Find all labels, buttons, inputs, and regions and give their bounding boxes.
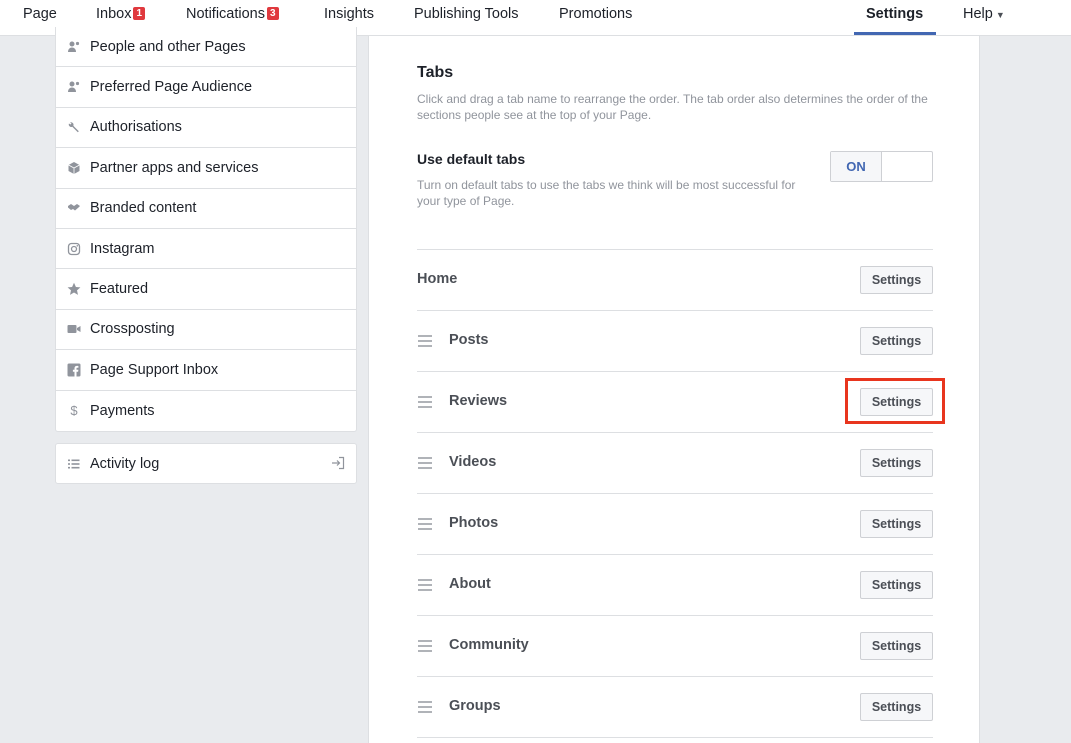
activity-log-panel: Activity log	[55, 443, 357, 484]
tab-row-about[interactable]: About Settings	[417, 555, 933, 616]
default-tabs-toggle[interactable]: ON	[830, 151, 933, 182]
notifications-count-badge: 3	[266, 6, 279, 20]
tab-label: Reviews	[449, 393, 508, 409]
sidebar-item-people-and-other-pages[interactable]: People and other Pages	[56, 27, 356, 68]
tab-label: Videos	[449, 454, 497, 470]
tabs-description: Click and drag a tab name to rearrange t…	[417, 92, 928, 122]
sidebar-item-label: Featured	[90, 281, 149, 298]
instagram-icon	[67, 242, 81, 256]
drag-handle-icon[interactable]	[418, 640, 432, 652]
active-tab-underline	[854, 32, 936, 35]
caret-down-icon: ▼	[995, 10, 1005, 20]
reviews-settings-button[interactable]: Settings	[860, 388, 933, 416]
people-icon	[67, 80, 81, 94]
nav-page[interactable]: Page	[23, 0, 57, 36]
posts-settings-button[interactable]: Settings	[860, 327, 933, 355]
sidebar-item-authorisations[interactable]: Authorisations	[56, 108, 356, 149]
page-title: Tabs	[417, 64, 454, 81]
sidebar-item-crossposting[interactable]: Crossposting	[56, 310, 356, 351]
settings-sidebar: People and other Pages Preferred Page Au…	[55, 27, 357, 432]
nav-settings[interactable]: Settings	[866, 0, 923, 36]
nav-help[interactable]: Help ▼	[963, 0, 1005, 36]
sidebar-item-label: Payments	[90, 402, 155, 419]
nav-insights-label: Insights	[324, 6, 374, 22]
sidebar-item-label: Branded content	[90, 200, 197, 217]
star-icon	[67, 282, 81, 296]
home-settings-button[interactable]: Settings	[860, 266, 933, 294]
sidebar-item-activity-log[interactable]: Activity log	[56, 444, 356, 483]
tab-row-groups[interactable]: Groups Settings	[417, 677, 933, 738]
drag-handle-icon[interactable]	[418, 701, 432, 713]
tab-row-posts[interactable]: Posts Settings	[417, 311, 933, 372]
sidebar-item-label: Instagram	[90, 240, 155, 257]
drag-handle-icon[interactable]	[418, 457, 432, 469]
open-log-icon[interactable]	[331, 456, 345, 470]
about-settings-button[interactable]: Settings	[860, 571, 933, 599]
tabs-settings-panel: Tabs Click and drag a tab name to rearra…	[368, 36, 980, 743]
sidebar-item-label: People and other Pages	[90, 38, 246, 55]
nav-promotions[interactable]: Promotions	[559, 0, 632, 36]
community-settings-button[interactable]: Settings	[860, 632, 933, 660]
videos-settings-button[interactable]: Settings	[860, 449, 933, 477]
tab-label: About	[449, 576, 491, 592]
drag-handle-icon[interactable]	[418, 335, 432, 347]
groups-settings-button[interactable]: Settings	[860, 693, 933, 721]
tab-label: Home	[417, 271, 458, 287]
tab-row-home: Home Settings	[417, 250, 933, 311]
sidebar-item-label: Activity log	[90, 455, 160, 472]
nav-publishing-tools[interactable]: Publishing Tools	[414, 0, 519, 36]
nav-help-label: Help	[963, 6, 993, 22]
default-tabs-description: Turn on default tabs to use the tabs we …	[417, 178, 796, 208]
sidebar-item-page-support-inbox[interactable]: Page Support Inbox	[56, 350, 356, 391]
tab-label: Photos	[449, 515, 499, 531]
sidebar-item-partner-apps[interactable]: Partner apps and services	[56, 148, 356, 189]
tab-row-reviews[interactable]: Reviews Settings	[417, 372, 933, 433]
sidebar-item-label: Page Support Inbox	[90, 361, 219, 378]
facebook-icon	[67, 363, 81, 377]
toggle-on-label: ON	[831, 152, 882, 181]
tab-row-videos[interactable]: Videos Settings	[417, 433, 933, 494]
drag-handle-icon[interactable]	[418, 579, 432, 591]
tab-label: Community	[449, 637, 529, 653]
nav-page-label: Page	[23, 6, 57, 22]
drag-handle-icon[interactable]	[418, 518, 432, 530]
list-icon	[67, 457, 81, 471]
tab-label: Groups	[449, 698, 501, 714]
tab-row-photos[interactable]: Photos Settings	[417, 494, 933, 555]
tab-row-community[interactable]: Community Settings	[417, 616, 933, 677]
nav-notifications-label: Notifications	[186, 6, 265, 22]
nav-publishing-tools-label: Publishing Tools	[414, 6, 519, 22]
people-icon	[67, 40, 81, 54]
sidebar-item-label: Authorisations	[90, 119, 182, 136]
sidebar-item-featured[interactable]: Featured	[56, 269, 356, 310]
nav-promotions-label: Promotions	[559, 6, 633, 22]
cube-icon	[67, 161, 81, 175]
drag-handle-icon[interactable]	[418, 396, 432, 408]
video-icon	[67, 322, 81, 336]
tab-list: Home Settings Posts Settings Reviews Set…	[417, 249, 933, 738]
inbox-count-badge: 1	[133, 6, 146, 20]
sidebar-item-payments[interactable]: $ Payments	[56, 391, 356, 431]
sidebar-item-label: Crossposting	[90, 321, 175, 338]
tab-label: Posts	[449, 332, 489, 348]
default-tabs-title: Use default tabs	[417, 151, 526, 167]
sidebar-item-branded-content[interactable]: Branded content	[56, 189, 356, 229]
sidebar-item-preferred-page-audience[interactable]: Preferred Page Audience	[56, 67, 356, 108]
dollar-icon: $	[70, 403, 78, 419]
photos-settings-button[interactable]: Settings	[860, 510, 933, 538]
wrench-icon	[67, 120, 81, 134]
sidebar-item-instagram[interactable]: Instagram	[56, 229, 356, 270]
nav-settings-label: Settings	[866, 6, 924, 22]
handshake-icon	[67, 201, 81, 215]
toggle-off-half	[882, 152, 932, 181]
sidebar-item-label: Preferred Page Audience	[90, 79, 253, 96]
sidebar-item-label: Partner apps and services	[90, 159, 259, 176]
nav-inbox-label: Inbox	[96, 6, 132, 22]
